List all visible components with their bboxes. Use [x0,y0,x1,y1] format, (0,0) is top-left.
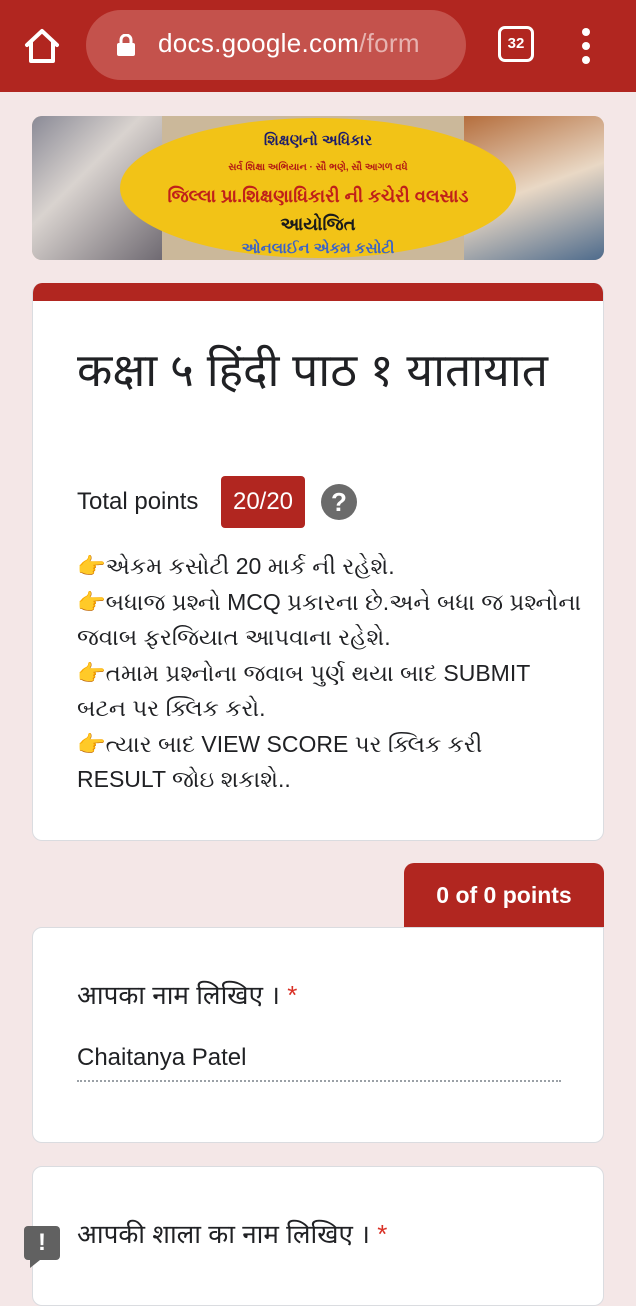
form-header-image: શિક્ષણનો અધિકાર સર્વ શિક્ષા અભિયાન · સૌ … [32,116,604,260]
browser-toolbar: docs.google.com/form 32 [0,0,636,92]
lock-icon [116,33,136,56]
form-title-card: कक्षा ५ हिंदी पाठ १ यातायात Total points… [32,283,604,841]
home-icon[interactable] [18,22,66,70]
question-label: आपकी शाला का नाम लिखिए । * [77,1215,387,1251]
url-domain: docs.google.com [158,28,360,58]
description-line: 👉એકમ કસોટી 20 માર્ક ની રહેશે. [77,553,395,579]
url-path: /form [359,28,420,58]
description-line: બટન પર ક્લિક કરો. [77,695,266,721]
feedback-icon[interactable]: ! [24,1226,60,1268]
required-asterisk: * [377,1219,388,1249]
section-score-badge: 0 of 0 points [404,863,604,927]
total-points-label: Total points [77,488,199,515]
description-line: 👉ત્યાર બાદ VIEW SCORE પર ક્લિક કરી [77,730,483,757]
total-points-badge: 20/20 [221,476,305,528]
banner-line-5: ઓનલાઈન એકમ કસોટી [241,240,395,257]
address-bar[interactable]: docs.google.com/form [86,10,466,80]
required-asterisk: * [287,980,298,1010]
question-card-name: आपका नाम लिखिए । * Chaitanya Patel [32,927,604,1143]
description-line: 👉બધાજ પ્રશ્નો MCQ પ્રકારના છે.અને બધા જ … [77,588,582,615]
banner-line-1: શિક્ષણનો અધિકાર [263,132,373,149]
more-vert-icon[interactable] [574,24,598,68]
description-line: RESULT જોઇ શકાશે.. [77,766,291,792]
question-card-school: आपकी शाला का नाम लिखिए । * [32,1166,604,1306]
url-text[interactable]: docs.google.com/form [158,28,420,59]
question-label: आपका नाम लिखिए । * [77,976,297,1012]
question-text: आपका नाम लिखिए । [77,980,281,1010]
banner-line-2: સર્વ શિક્ષા અભિયાન · સૌ ભણે, સૌ આગળ વધે [228,162,408,173]
tab-switcher-button[interactable]: 32 [498,26,534,62]
banner-line-3: જિલ્લા પ્રા.શિક્ષણાધિકારી ની કચેરી વલસાડ [167,186,469,206]
description-line: જવાબ ફરજિયાત આપવાના રહેશે. [77,624,391,650]
banner-line-4: આયોજિત [280,214,356,234]
card-accent-bar [33,283,603,301]
question-text: आपकी शाला का नाम लिखिए । [77,1219,370,1249]
form-title: कक्षा ५ हिंदी पाठ १ यातायात [77,344,548,396]
name-input[interactable]: Chaitanya Patel [77,1044,561,1082]
description-line: 👉તમામ પ્રશ્નોના જવાબ પુર્ણ થયા બાદ SUBMI… [77,659,531,686]
help-icon[interactable]: ? [321,484,357,520]
form-description: 👉એકમ કસોટી 20 માર્ક ની રહેશે. 👉બધાજ પ્રશ… [77,549,582,798]
banner-oval: શિક્ષણનો અધિકાર સર્વ શિક્ષા અભિયાન · સૌ … [120,118,516,258]
